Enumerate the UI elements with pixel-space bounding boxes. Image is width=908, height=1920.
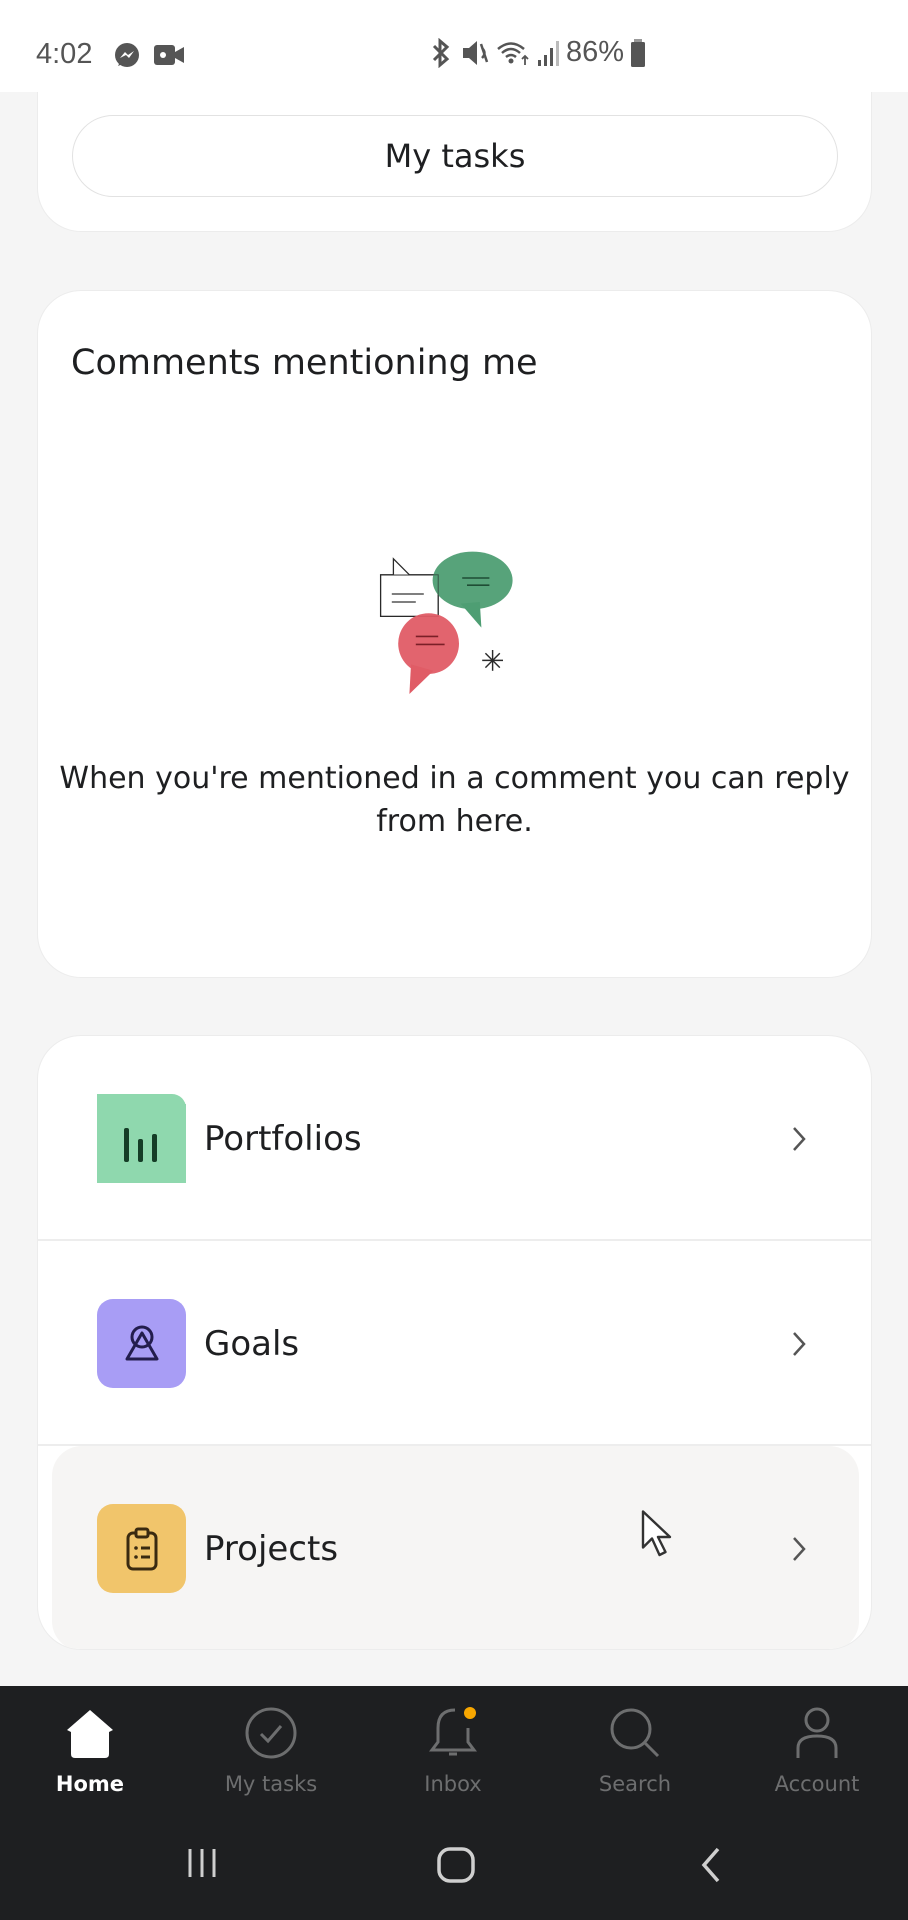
outline-bubble-icon [379,557,439,618]
nav-inbox[interactable]: Inbox [363,1686,543,1800]
chat-bubbles-illustration [379,551,513,694]
sparkle-icon [482,650,503,671]
goals-label: Goals [204,1323,300,1364]
recents-button[interactable] [185,1846,219,1880]
system-nav-bar [0,1800,908,1920]
projects-row[interactable]: Projects [52,1446,859,1649]
bottom-nav: Home My tasks Inbox Search Account [0,1686,908,1800]
status-bar: 4:02 86% [0,0,908,92]
nav-my-tasks[interactable]: My tasks [181,1686,361,1800]
mouse-cursor-icon [641,1510,672,1557]
portfolios-label: Portfolios [204,1118,362,1159]
goals-icon [97,1299,186,1388]
messenger-icon [115,43,139,67]
my-tasks-card: My tasks [37,92,872,232]
back-button[interactable] [698,1846,724,1884]
chevron-right-icon [793,1126,806,1151]
portfolios-row[interactable]: Portfolios [38,1036,871,1241]
status-time: 4:02 [36,38,93,70]
mute-icon [463,40,489,65]
chevron-right-icon [793,1536,806,1561]
bluetooth-icon [432,37,450,68]
check-circle-icon [245,1707,297,1759]
green-bubble-icon [432,551,513,628]
status-right: 86% [428,36,646,69]
notification-badge [464,1707,476,1719]
home-icon [67,1710,113,1758]
signal-icon [538,40,559,66]
empty-state-message: When you're mentioned in a comment you c… [59,761,850,839]
goals-row[interactable]: Goals [38,1241,871,1446]
search-icon [610,1708,660,1758]
nav-label: Search [598,1772,672,1796]
quick-links-card: Portfolios Goals Projects [37,1035,872,1650]
projects-label: Projects [204,1528,339,1569]
nav-label: My tasks [224,1772,318,1796]
chevron-right-icon [793,1331,806,1356]
bell-icon [429,1707,477,1756]
card-title: Comments mentioning me [71,343,538,383]
nav-label: Home [55,1772,125,1796]
battery-percent: 86% [566,36,625,68]
comments-mentioning-card: Comments mentioning me When you're menti… [37,290,872,978]
clipboard-icon [97,1504,186,1593]
home-button[interactable] [436,1846,476,1884]
my-tasks-button[interactable]: My tasks [72,115,838,197]
nav-label: Account [774,1772,860,1796]
video-camera-icon [154,45,184,65]
nav-home[interactable]: Home [0,1686,180,1800]
portfolio-icon [97,1094,186,1183]
red-bubble-icon [398,613,459,694]
battery-icon [631,38,646,67]
account-icon [796,1707,838,1758]
home-content[interactable]: My tasks Comments mentioning me When you… [0,92,908,1686]
nav-search[interactable]: Search [545,1686,725,1800]
nav-label: Inbox [424,1772,482,1796]
nav-account[interactable]: Account [727,1686,907,1800]
wifi-icon [497,41,529,65]
